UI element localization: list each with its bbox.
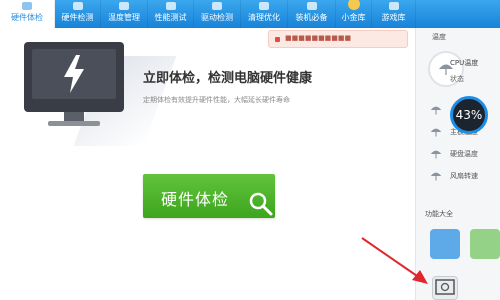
hero-subtitle: 定期体检有效提升硬件性能，大幅延长硬件寿命 [143,96,290,104]
monitor-illustration [24,42,124,112]
cpu-temp-label: CPU温度 [450,59,479,67]
tab-label: 清理优化 [248,13,280,22]
status-label: 状态 [450,75,464,83]
temp-label: 风扇转速 [450,172,478,180]
tab-cleanup[interactable]: 清理优化 [241,0,288,28]
tab-performance[interactable]: 性能测试 [148,0,194,28]
checkup-icon [22,2,32,10]
tab-hardware-detect[interactable]: 硬件检测 [55,0,101,28]
hero-title: 立即体检，检测电脑硬件健康 [143,71,313,86]
temp-label: 硬盘温度 [450,150,478,158]
tab-store[interactable]: 小金库 [336,0,372,28]
lightning-icon [64,55,84,93]
tab-hardware-checkup[interactable]: 硬件体检 [0,0,55,28]
coin-icon [347,0,360,10]
thermometer-icon [119,2,129,10]
tab-driver[interactable]: 驱动检测 [194,0,241,28]
temperature-header: 温度 [432,33,446,41]
speedometer-icon [165,2,176,10]
tab-label: 温度管理 [108,13,140,22]
tools-header: 功能大全 [425,210,453,218]
umbrella-icon [430,172,442,181]
checkup-button-label: 硬件体检 [160,190,229,209]
tab-label: 驱动检测 [201,13,233,22]
search-window-icon [435,279,455,295]
tool-tile[interactable] [430,229,460,259]
broom-icon [259,2,269,10]
notice-icon [275,37,280,42]
umbrella-icon [430,106,442,115]
app-window: 硬件体检 硬件检测 温度管理 性能测试 驱动检测 清理优化 装机必备 小金库 游… [0,0,500,300]
magnifier-icon [249,192,273,216]
tab-label: 装机必备 [295,13,328,22]
monitor-screen [32,49,116,99]
umbrella-icon [430,128,442,137]
tab-label: 性能测试 [154,13,187,22]
screenshot-tool-button[interactable] [432,276,458,300]
umbrella-icon [430,150,442,159]
tab-games[interactable]: 游戏库 [372,0,416,28]
tab-temperature[interactable]: 温度管理 [101,0,148,28]
tab-label: 游戏库 [381,13,406,22]
top-tab-bar: 硬件体检 硬件检测 温度管理 性能测试 驱动检测 清理优化 装机必备 小金库 游… [0,0,500,28]
detect-icon [72,2,83,10]
tab-label: 硬件体检 [11,13,43,22]
driver-icon [212,2,222,10]
notification-bar[interactable]: ■■■■■■■■■■ [268,30,408,48]
package-icon [306,2,317,10]
tab-label: 硬件检测 [61,13,94,22]
tool-tile[interactable] [470,229,500,259]
usage-percent: 43% [455,108,483,122]
monitor-base [48,121,100,126]
notice-text: ■■■■■■■■■■ [285,34,352,42]
gamepad-icon [388,2,399,10]
tab-label: 小金库 [341,13,366,22]
memory-usage-ball[interactable]: 43% [450,96,488,134]
tab-essentials[interactable]: 装机必备 [288,0,336,28]
